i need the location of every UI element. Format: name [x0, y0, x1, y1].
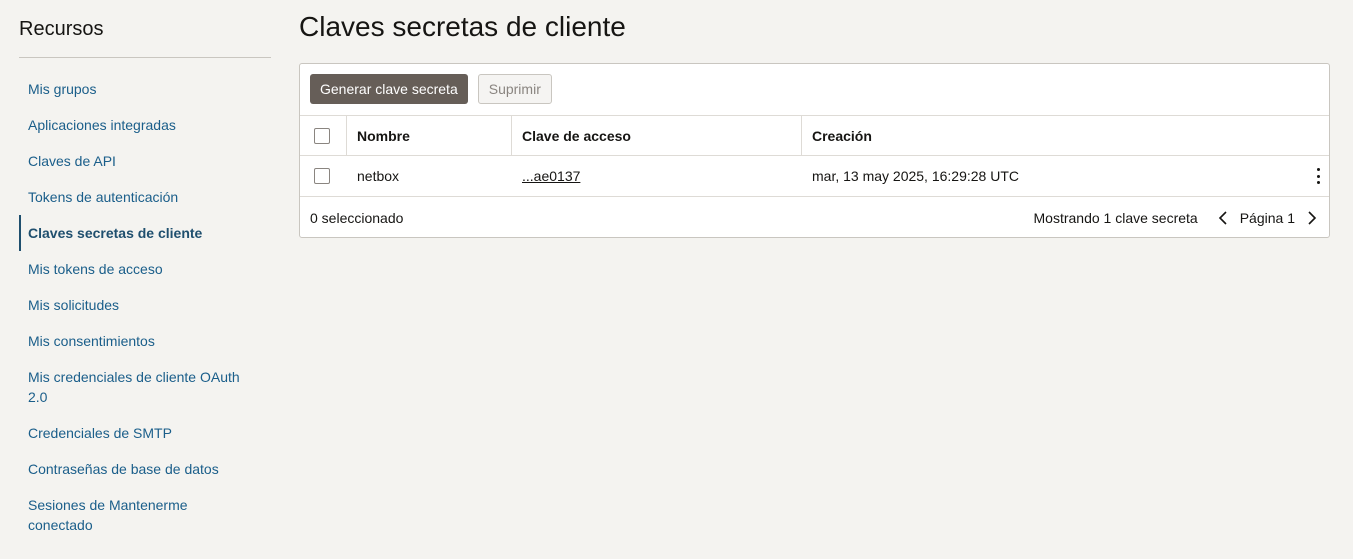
showing-count: Mostrando 1 clave secreta — [1033, 210, 1198, 226]
sidebar-item-credenciales-smtp[interactable]: Credenciales de SMTP — [19, 415, 259, 451]
column-header-created[interactable]: Creación — [802, 116, 1329, 155]
delete-button[interactable]: Suprimir — [477, 74, 552, 104]
table-footer: 0 seleccionado Mostrando 1 clave secreta… — [300, 198, 1329, 238]
pagination: Mostrando 1 clave secreta Página 1 — [1034, 208, 1319, 228]
sidebar-item-mis-tokens-de-acceso[interactable]: Mis tokens de acceso — [19, 251, 259, 287]
cell-access-key: ...ae0137 — [512, 156, 802, 196]
sidebar-item-tokens-de-autenticacion[interactable]: Tokens de autenticación — [19, 179, 259, 215]
access-key-link[interactable]: ...ae0137 — [522, 168, 580, 184]
row-actions-menu-icon[interactable] — [1315, 168, 1321, 184]
page-title: Claves secretas de cliente — [299, 11, 626, 42]
column-header-access-key[interactable]: Clave de acceso — [512, 116, 802, 155]
sidebar-item-mis-consentimientos[interactable]: Mis consentimientos — [19, 323, 259, 359]
sidebar-item-aplicaciones-integradas[interactable]: Aplicaciones integradas — [19, 107, 259, 143]
sidebar-item-contrasenas-base-datos[interactable]: Contraseñas de base de datos — [19, 451, 259, 487]
sidebar-item-claves-de-api[interactable]: Claves de API — [19, 143, 259, 179]
sidebar-item-credenciales-oauth[interactable]: Mis credenciales de cliente OAuth 2.0 — [19, 359, 259, 415]
sidebar-item-claves-secretas-de-cliente[interactable]: Claves secretas de cliente — [19, 215, 259, 251]
cell-created: mar, 13 may 2025, 16:29:28 UTC — [812, 168, 1019, 184]
sidebar-title: Recursos — [19, 18, 104, 40]
cell-name: netbox — [357, 168, 400, 184]
sidebar-item-mis-solicitudes[interactable]: Mis solicitudes — [19, 287, 259, 323]
sidebar-item-mis-grupos[interactable]: Mis grupos — [19, 71, 259, 107]
row-checkbox[interactable] — [314, 168, 330, 184]
column-header-name[interactable]: Nombre — [347, 116, 512, 155]
selected-count: 0 seleccionado — [310, 210, 404, 226]
sidebar-nav: Mis grupos Aplicaciones integradas Clave… — [19, 71, 271, 543]
toolbar: Generar clave secreta Suprimir — [310, 74, 552, 104]
table-row: netbox ...ae0137 mar, 13 may 2025, 16:29… — [300, 156, 1329, 197]
table-header: Nombre Clave de acceso Creación — [300, 115, 1329, 156]
sidebar: Recursos Mis grupos Aplicaciones integra… — [0, 0, 290, 559]
select-all-checkbox[interactable] — [314, 127, 330, 144]
header-checkbox-cell — [300, 116, 347, 155]
secrets-panel: Generar clave secreta Suprimir Nombre Cl… — [299, 63, 1330, 238]
generate-secret-button[interactable]: Generar clave secreta — [310, 74, 468, 104]
row-checkbox-cell — [300, 156, 347, 196]
sidebar-item-sesiones-mantenerme-conectado[interactable]: Sesiones de Mantenerme conectado — [19, 487, 259, 543]
chevron-right-icon[interactable] — [1305, 208, 1319, 228]
page-indicator: Página 1 — [1239, 210, 1295, 226]
sidebar-divider — [19, 57, 271, 58]
secrets-table: Nombre Clave de acceso Creación netbox .… — [300, 115, 1329, 197]
chevron-left-icon[interactable] — [1216, 208, 1230, 228]
